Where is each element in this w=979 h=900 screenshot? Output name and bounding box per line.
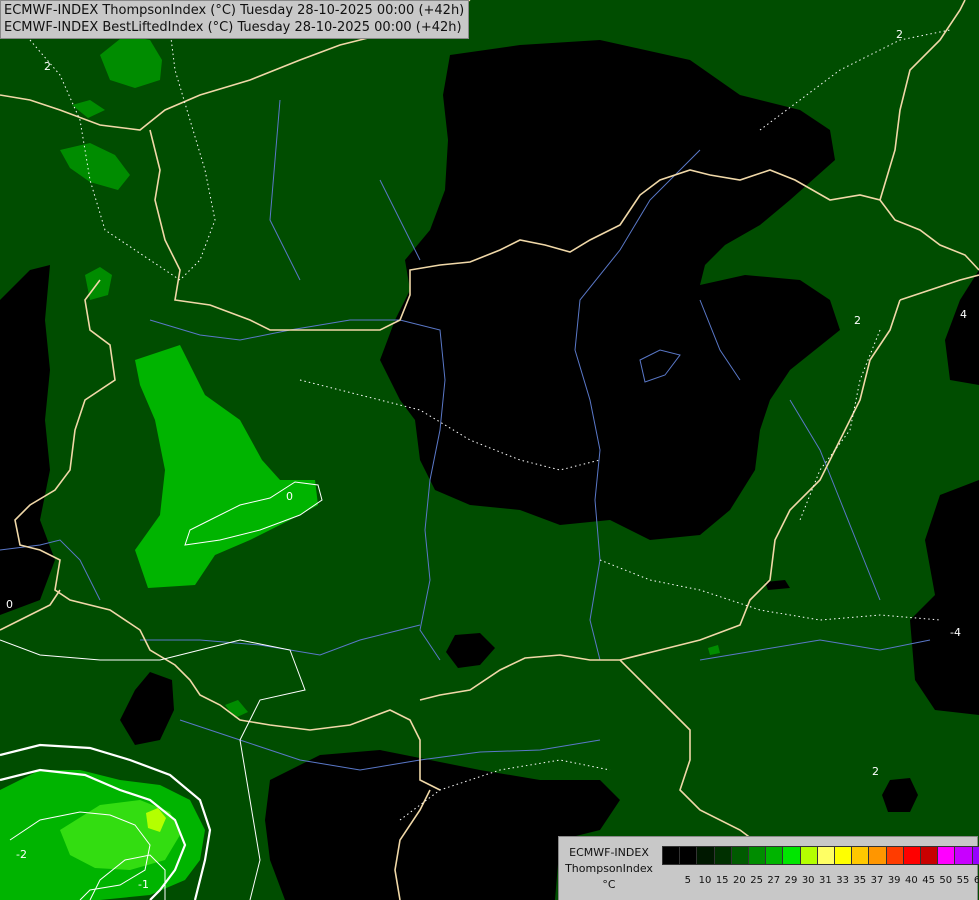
legend-tick-label: 60: [973, 875, 979, 886]
legend-swatch: [662, 846, 681, 865]
contour-label: -2: [16, 848, 27, 861]
forecast-map: 2 2 2 2 0 0 -4 4 -2 -1: [0, 0, 979, 900]
contour-label: 0: [6, 598, 13, 611]
legend-swatch: [885, 846, 904, 865]
legend-swatch: [679, 846, 698, 865]
title-thompson-index: ECMWF-INDEX ThompsonIndex (°C) Tuesday 2…: [4, 3, 465, 18]
contour-label: 2: [896, 28, 903, 41]
legend-swatch: [696, 846, 715, 865]
legend-swatch: [920, 846, 939, 865]
weather-map-view: 2 2 2 2 0 0 -4 4 -2 -1 ECMWF-INDEX Thomp…: [0, 0, 979, 900]
legend-swatch: [816, 846, 835, 865]
contour-label: 0: [286, 490, 293, 503]
legend-swatch: [799, 846, 818, 865]
legend-swatch: [834, 846, 853, 865]
title-best-lifted-index: ECMWF-INDEX BestLiftedIndex (°C) Tuesday…: [4, 20, 462, 35]
legend-swatch: [713, 846, 732, 865]
legend-model: ECMWF-INDEX: [569, 846, 649, 859]
legend-swatch: [868, 846, 887, 865]
legend-parameter: ThompsonIndex: [565, 862, 653, 875]
contour-label: 2: [44, 60, 51, 73]
color-legend: ECMWF-INDEX ThompsonIndex °C 5 10 15 20 25 27…: [558, 836, 979, 900]
legend-swatch: [730, 846, 749, 865]
map-title-box: ECMWF-INDEX ThompsonIndex (°C) Tuesday 2…: [0, 0, 470, 39]
legend-swatch: [851, 846, 870, 865]
contour-label: 4: [960, 308, 967, 321]
legend-swatch: [748, 846, 767, 865]
legend-swatch: [937, 846, 956, 865]
contour-label: 2: [872, 765, 879, 778]
legend-swatch: [971, 846, 979, 865]
legend-swatch: [765, 846, 784, 865]
legend-unit: °C: [602, 878, 616, 891]
contour-label: 2: [854, 314, 861, 327]
legend-swatch: [954, 846, 973, 865]
contour-label: -1: [138, 878, 149, 891]
legend-swatch: [902, 846, 921, 865]
legend-swatch: [782, 846, 801, 865]
contour-label: -4: [950, 626, 961, 639]
